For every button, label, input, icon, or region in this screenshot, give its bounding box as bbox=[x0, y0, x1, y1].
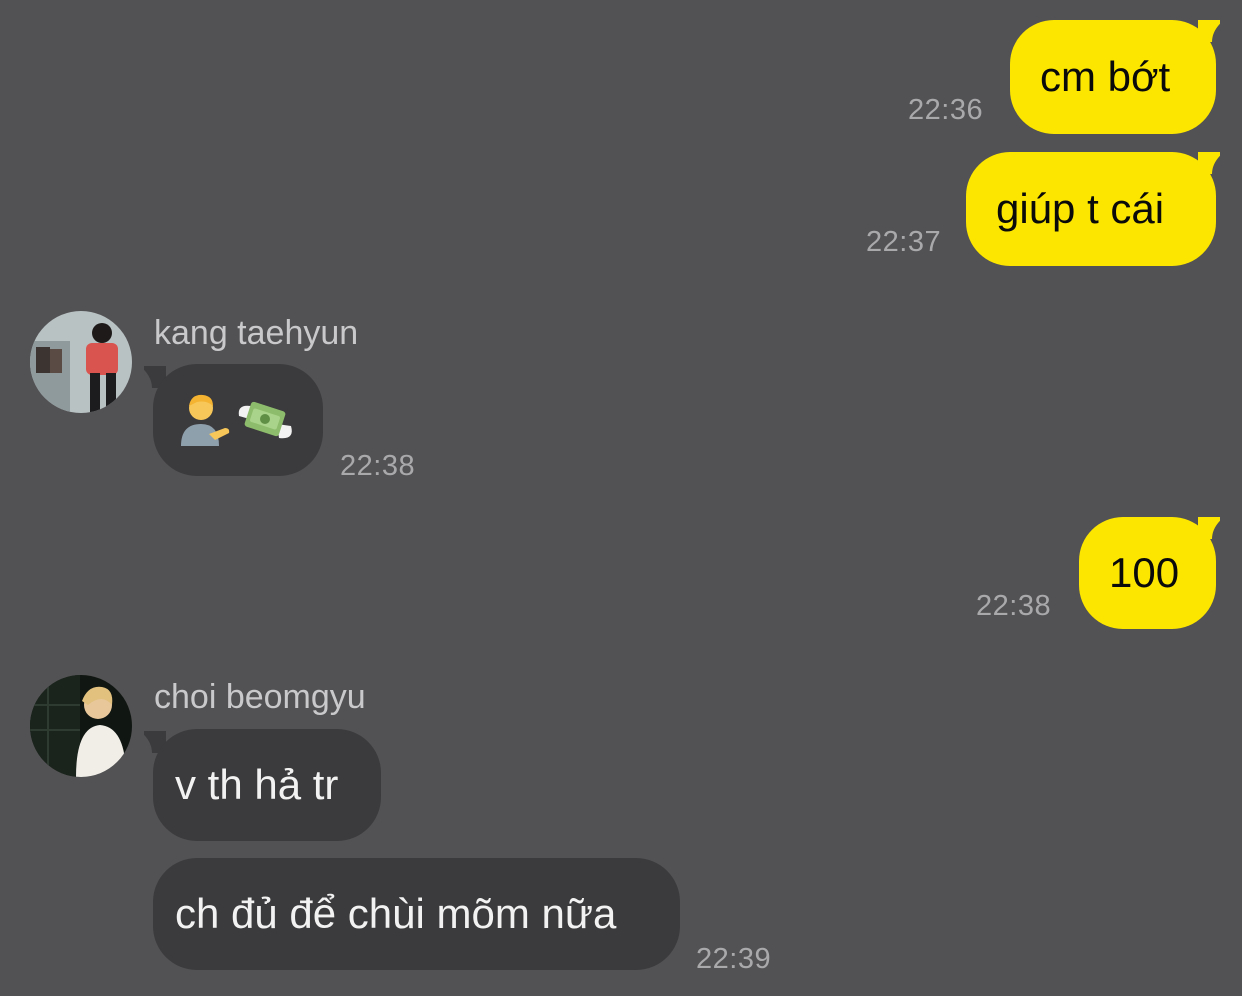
message-text: v th hả tr bbox=[175, 761, 339, 808]
message-timestamp: 22:38 bbox=[976, 590, 1052, 622]
sender-name: kang taehyun bbox=[154, 314, 359, 352]
message-timestamp: 22:39 bbox=[696, 943, 772, 975]
avatar[interactable] bbox=[30, 311, 132, 413]
message-timestamp: 22:38 bbox=[340, 450, 416, 482]
person-tipping-hand-icon bbox=[181, 394, 230, 446]
incoming-message-bubble[interactable] bbox=[153, 364, 323, 476]
message-text: 100 bbox=[1109, 549, 1180, 596]
avatar[interactable] bbox=[30, 675, 132, 777]
sender-name: choi beomgyu bbox=[154, 678, 366, 716]
emoji-group bbox=[175, 392, 295, 448]
money-with-wings-icon bbox=[238, 401, 292, 439]
message-timestamp: 22:37 bbox=[866, 226, 942, 258]
bubble-tail bbox=[1198, 20, 1220, 42]
incoming-message-bubble[interactable]: ch đủ để chùi mõm nữa bbox=[153, 858, 680, 970]
outgoing-message-bubble[interactable]: giúp t cái bbox=[966, 152, 1216, 266]
bubble-tail bbox=[1198, 517, 1220, 539]
outgoing-message-bubble[interactable]: 100 bbox=[1079, 517, 1216, 629]
outgoing-message-bubble[interactable]: cm bớt bbox=[1010, 20, 1216, 134]
message-text: ch đủ để chùi mõm nữa bbox=[175, 890, 617, 937]
message-text: cm bớt bbox=[1040, 53, 1171, 100]
message-timestamp: 22:36 bbox=[908, 94, 984, 126]
bubble-tail bbox=[1198, 152, 1220, 174]
message-text: giúp t cái bbox=[996, 185, 1165, 232]
incoming-message-bubble[interactable]: v th hả tr bbox=[153, 729, 381, 841]
